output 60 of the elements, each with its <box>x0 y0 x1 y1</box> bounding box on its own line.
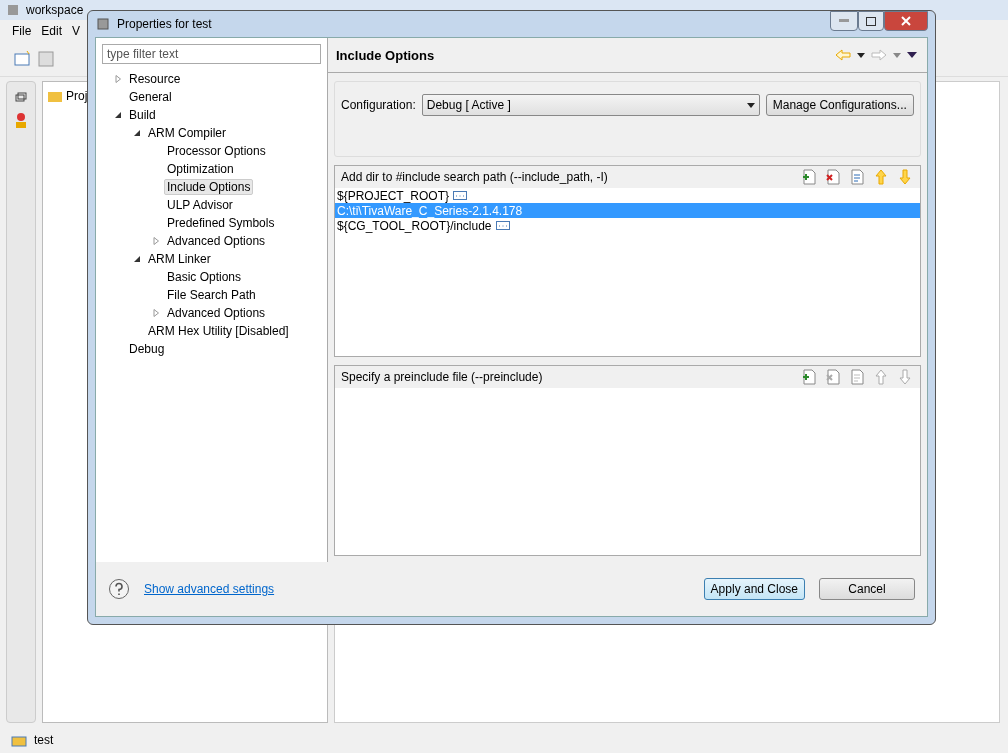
apply-and-close-button[interactable]: Apply and Close <box>703 578 805 600</box>
forward-arrow-icon[interactable] <box>871 49 887 61</box>
collapsed-arrow-icon[interactable] <box>152 237 160 245</box>
dropdown-caret-icon[interactable] <box>857 52 865 58</box>
tree-item[interactable]: Include Options <box>164 179 254 195</box>
tree-item[interactable]: Resource <box>126 71 184 87</box>
back-arrow-icon[interactable] <box>835 49 851 61</box>
add-file-icon[interactable] <box>800 168 818 186</box>
close-button[interactable] <box>884 11 928 31</box>
move-up-icon[interactable] <box>872 168 890 186</box>
list-item[interactable]: ${PROJECT_ROOT} <box>335 188 920 203</box>
panel-tab[interactable]: Proj <box>66 89 88 103</box>
tree-item[interactable]: Predefined Symbols <box>164 215 278 231</box>
cancel-button[interactable]: Cancel <box>819 578 915 600</box>
move-down-icon[interactable] <box>896 168 914 186</box>
tree-item[interactable]: Build <box>126 107 159 123</box>
tree-item[interactable]: Basic Options <box>164 269 245 285</box>
maximize-icon <box>866 16 876 26</box>
advanced-settings-link[interactable]: Show advanced settings <box>144 582 275 596</box>
close-icon <box>901 16 911 26</box>
tree-item[interactable]: Advanced Options <box>164 233 269 249</box>
tree-item[interactable]: ARM Hex Utility [Disabled] <box>145 323 292 339</box>
tree-item[interactable]: ARM Linker <box>145 251 214 267</box>
new-file-icon[interactable] <box>14 51 32 67</box>
list-item[interactable]: ${CG_TOOL_ROOT}/include <box>335 218 920 233</box>
tree-item[interactable]: Debug <box>126 341 168 357</box>
app-title: workspace <box>26 3 84 17</box>
manage-configurations-button[interactable]: Manage Configurations... <box>765 94 914 116</box>
dropdown-caret-icon <box>746 102 755 108</box>
menu-caret-icon[interactable] <box>907 52 917 58</box>
menu-item[interactable]: V <box>72 24 81 38</box>
configuration-label: Configuration: <box>341 97 416 114</box>
collapsed-arrow-icon[interactable] <box>152 309 160 317</box>
person-icon[interactable] <box>13 112 29 128</box>
restore-icon[interactable] <box>15 92 27 102</box>
delete-file-icon[interactable] <box>824 168 842 186</box>
configuration-dropdown[interactable]: Debug [ Active ] <box>421 94 760 116</box>
status-text: test <box>34 733 54 747</box>
menu-item[interactable]: File <box>12 24 32 38</box>
expanded-arrow-icon[interactable] <box>114 111 122 119</box>
dialog-title: Properties for test <box>117 17 212 31</box>
add-file-icon[interactable] <box>800 367 818 386</box>
tree-item[interactable]: File Search Path <box>164 287 259 303</box>
tree-item[interactable]: General <box>126 89 175 105</box>
maximize-button[interactable] <box>858 11 884 31</box>
tree-item[interactable]: ARM Compiler <box>145 125 229 141</box>
collapsed-arrow-icon[interactable] <box>114 75 122 83</box>
list-title: Specify a preinclude file (--preinclude) <box>341 369 543 384</box>
edit-file-icon[interactable] <box>848 168 866 186</box>
list-title: Add dir to #include search path (--include_path, -I) <box>341 170 608 184</box>
menu-item[interactable]: Edit <box>41 24 63 38</box>
expanded-arrow-icon[interactable] <box>133 129 141 137</box>
expanded-arrow-icon[interactable] <box>133 255 141 263</box>
tree-item[interactable]: Optimization <box>164 161 237 177</box>
tree-item[interactable]: ULP Advisor <box>164 197 236 213</box>
tree-item[interactable]: Processor Options <box>164 143 269 159</box>
filter-field[interactable]: type filter text <box>102 44 321 64</box>
page-title: Include Options <box>336 47 435 63</box>
tree-item[interactable]: Advanced Options <box>164 305 269 321</box>
help-icon[interactable] <box>108 578 130 600</box>
